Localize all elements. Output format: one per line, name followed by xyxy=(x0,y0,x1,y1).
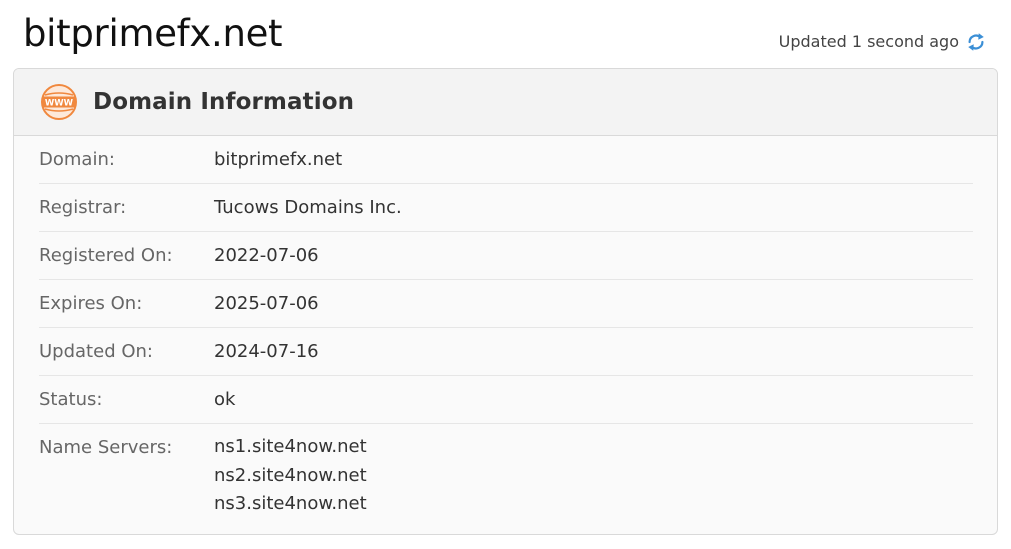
row-label: Registrar: xyxy=(39,197,127,218)
row-value: 2024-07-16 xyxy=(214,341,319,362)
name-server-item: ns3.site4now.net xyxy=(214,493,367,514)
name-server-item: ns2.site4now.net xyxy=(214,464,367,486)
name-server-list: ns1.site4now.net ns2.site4now.net ns3.si… xyxy=(214,433,367,519)
row-value: 2025-07-06 xyxy=(214,293,319,314)
row-registered-on: Registered On: 2022-07-06 xyxy=(39,232,973,280)
www-globe-icon: WWW xyxy=(39,82,79,122)
svg-text:WWW: WWW xyxy=(45,98,74,108)
row-value: 2022-07-06 xyxy=(214,245,319,266)
updated-text: Updated 1 second ago xyxy=(778,32,959,51)
row-label: Domain: xyxy=(39,149,115,170)
row-value: ok xyxy=(214,389,236,410)
row-label: Expires On: xyxy=(39,293,143,314)
row-value: Tucows Domains Inc. xyxy=(214,197,402,218)
row-name-servers: Name Servers: ns1.site4now.net ns2.site4… xyxy=(39,424,973,519)
row-domain: Domain: bitprimefx.net xyxy=(39,136,973,184)
domain-info-card: WWW Domain Information Domain: bitprimef… xyxy=(13,68,998,535)
name-server-item: ns1.site4now.net xyxy=(214,436,367,457)
refresh-icon[interactable] xyxy=(965,31,987,53)
row-status: Status: ok xyxy=(39,376,973,424)
domain-info-rows: Domain: bitprimefx.net Registrar: Tucows… xyxy=(14,136,997,519)
row-label: Name Servers: xyxy=(39,437,173,458)
row-label: Status: xyxy=(39,389,103,410)
row-updated-on: Updated On: 2024-07-16 xyxy=(39,328,973,376)
update-status: Updated 1 second ago xyxy=(779,30,987,54)
card-header: WWW Domain Information xyxy=(14,69,997,136)
row-label: Registered On: xyxy=(39,245,173,266)
row-expires-on: Expires On: 2025-07-06 xyxy=(39,280,973,328)
card-title: Domain Information xyxy=(93,89,355,115)
row-label: Updated On: xyxy=(39,341,153,362)
row-value: bitprimefx.net xyxy=(214,149,343,170)
page-title: bitprimefx.net xyxy=(23,12,283,55)
row-registrar: Registrar: Tucows Domains Inc. xyxy=(39,184,973,232)
